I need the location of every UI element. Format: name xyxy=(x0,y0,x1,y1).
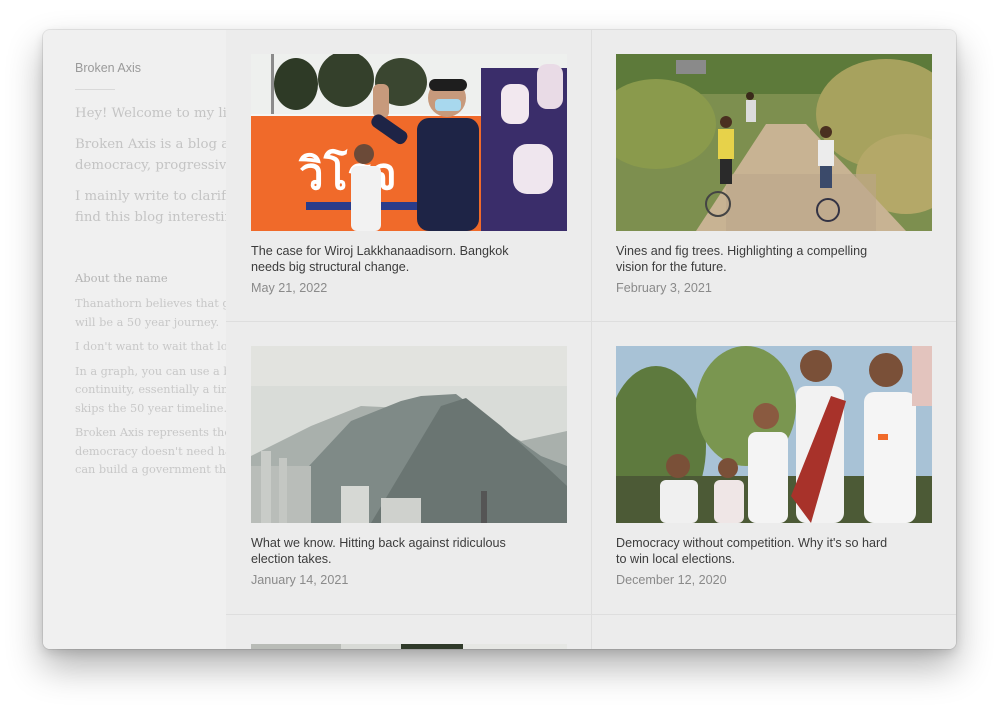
post-title[interactable]: Vines and fig trees. Highlighting a comp… xyxy=(616,244,896,275)
post-date: February 3, 2021 xyxy=(616,281,712,295)
intro-paragraph: Broken Axis is a blog about my thoughts … xyxy=(75,137,226,173)
post-title[interactable]: What we know. Hitting back against ridic… xyxy=(251,536,531,567)
about-paragraph: I don't want to wait that long. xyxy=(75,340,226,353)
post-title[interactable]: Democracy without competition. Why it's … xyxy=(616,536,896,567)
sidebar: Broken Axis Hey! Welcome to my little co… xyxy=(43,30,226,649)
post-grid: วิโรจ The case for Wiroj Lakkhanaadisorn… xyxy=(226,30,956,649)
post-image: วิโรจ xyxy=(251,54,567,231)
post-image xyxy=(616,54,932,231)
about-text: Thanathorn believes that genuine democra… xyxy=(75,295,226,486)
post-thumbnail[interactable]: วิโรจ xyxy=(251,54,567,231)
post-image xyxy=(616,346,932,523)
post-image-partial xyxy=(251,644,567,649)
about-paragraph: Broken Axis represents the idea that ach… xyxy=(75,426,226,476)
post-card[interactable]: วิโรจ The case for Wiroj Lakkhanaadisorn… xyxy=(251,54,567,295)
intro-paragraph: I mainly write to clarify my thinking. I… xyxy=(75,189,226,225)
intro-text: Hey! Welcome to my little corner of the … xyxy=(75,103,226,238)
intro-paragraph: Hey! Welcome to my little corner of the … xyxy=(75,106,226,121)
post-title[interactable]: The case for Wiroj Lakkhanaadisorn. Bang… xyxy=(251,244,531,275)
post-card[interactable]: Vines and fig trees. Highlighting a comp… xyxy=(616,54,932,295)
post-thumbnail[interactable] xyxy=(616,54,932,231)
post-thumbnail[interactable] xyxy=(616,346,932,523)
grid-divider-horizontal xyxy=(226,614,956,615)
post-card[interactable]: Democracy without competition. Why it's … xyxy=(616,346,932,587)
post-thumbnail-partial[interactable] xyxy=(251,639,567,649)
post-date: December 12, 2020 xyxy=(616,573,727,587)
site-title[interactable]: Broken Axis xyxy=(75,61,141,75)
grid-divider-horizontal xyxy=(226,321,956,322)
post-date: January 14, 2021 xyxy=(251,573,349,587)
post-thumbnail[interactable] xyxy=(251,346,567,523)
svg-text:วิโรจ: วิโรจ xyxy=(298,147,397,200)
grid-divider-vertical xyxy=(591,30,592,649)
about-paragraph: Thanathorn believes that genuine democra… xyxy=(75,297,226,329)
post-date: May 21, 2022 xyxy=(251,281,328,295)
browser-window: Broken Axis Hey! Welcome to my little co… xyxy=(43,30,956,649)
post-card[interactable]: What we know. Hitting back against ridic… xyxy=(251,346,567,587)
title-divider xyxy=(75,89,115,90)
about-paragraph: In a graph, you can use a broken axis to… xyxy=(75,364,226,415)
post-image xyxy=(251,346,567,523)
about-heading: About the name xyxy=(75,271,168,285)
